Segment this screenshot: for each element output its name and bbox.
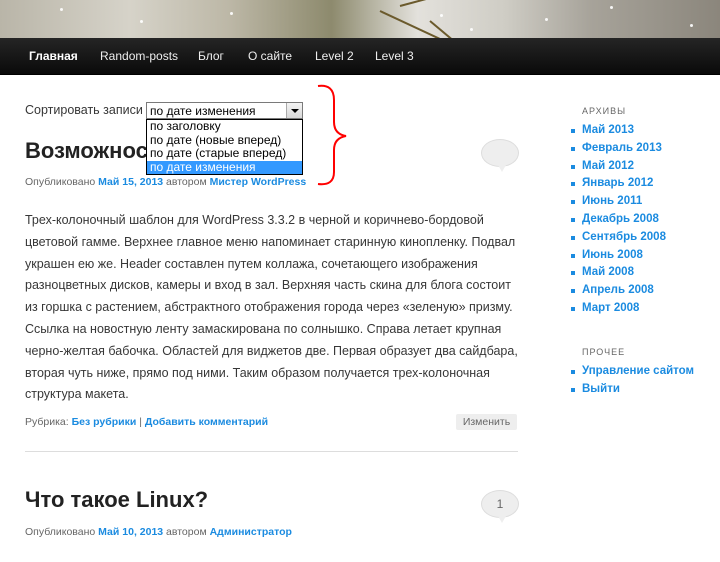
sort-label: Сортировать записи [25,103,143,117]
archive-link[interactable]: Май 2012 [571,158,666,176]
archives-list: Май 2013 Февраль 2013 Май 2012 Январь 20… [571,122,666,318]
meta-prefix: Опубликовано [25,176,99,188]
sort-selected-value: по дате изменения [150,104,256,118]
meta-author-prefix-2: автором [163,526,210,538]
post-divider [25,451,518,452]
sort-option-newest[interactable]: по дате (новые вперед) [147,133,302,148]
edit-button[interactable]: Изменить [456,414,517,430]
header-image [0,0,720,38]
sort-option-modified[interactable]: по дате изменения [147,160,302,174]
archive-link[interactable]: Май 2008 [571,264,666,282]
other-list: Управление сайтом Выйти [571,363,694,399]
post-date-link-2[interactable]: Май 10, 2013 [98,526,163,538]
archive-link[interactable]: Апрель 2008 [571,282,666,300]
archive-link[interactable]: Январь 2012 [571,175,666,193]
archive-link[interactable]: Декабрь 2008 [571,211,666,229]
post-meta: Опубликовано Май 15, 2013 автором Мистер… [25,176,306,188]
nav-item-blog[interactable]: Блог [198,38,224,74]
archive-link[interactable]: Июнь 2008 [571,247,666,265]
separator: | [136,416,145,428]
main-nav: Главная Random-posts Блог О сайте Level … [0,38,720,75]
meta-author-prefix: автором [163,176,210,188]
chevron-down-icon[interactable] [286,103,302,118]
sort-option-title[interactable]: по заголовку [147,119,302,134]
archive-link[interactable]: Сентябрь 2008 [571,229,666,247]
nav-item-level-3[interactable]: Level 3 [375,38,414,74]
add-comment-link[interactable]: Добавить комментарий [145,416,268,428]
nav-item-random-posts[interactable]: Random-posts [100,38,178,74]
post-title[interactable]: Возможнос [25,138,148,164]
other-title: ПРОЧЕЕ [582,347,626,357]
meta-prefix-2: Опубликовано [25,526,99,538]
sort-dropdown-list: по заголовку по дате (новые вперед) по д… [146,119,303,175]
nav-item-home[interactable]: Главная [29,38,78,74]
post-footer-meta: Рубрика: Без рубрики | Добавить коммента… [25,416,268,428]
rubric-label: Рубрика: [25,416,72,428]
rubric-link[interactable]: Без рубрики [72,416,137,428]
post-meta-2: Опубликовано Май 10, 2013 автором Админи… [25,526,292,538]
post-date-link[interactable]: Май 15, 2013 [98,176,163,188]
archive-link[interactable]: Июнь 2011 [571,193,666,211]
archive-link[interactable]: Март 2008 [571,300,666,318]
comments-bubble-2[interactable]: 1 [481,490,519,523]
sort-select[interactable]: по дате изменения [146,102,303,119]
archive-link[interactable]: Май 2013 [571,122,666,140]
nav-item-level-2[interactable]: Level 2 [315,38,354,74]
post-author-link[interactable]: Мистер WordPress [210,176,307,188]
post-title-2[interactable]: Что такое Linux? [25,487,208,513]
logout-link[interactable]: Выйти [571,381,694,399]
post-author-link-2[interactable]: Администратор [210,526,292,538]
post-content: Трех-колоночный шаблон для WordPress 3.3… [25,213,518,402]
archive-link[interactable]: Февраль 2013 [571,140,666,158]
sort-option-oldest[interactable]: по дате (старые вперед) [147,146,302,161]
comments-bubble[interactable] [481,139,519,172]
annotation-brace [317,84,347,186]
nav-item-about[interactable]: О сайте [248,38,292,74]
archives-title: АРХИВЫ [582,106,627,116]
admin-link[interactable]: Управление сайтом [571,363,694,381]
